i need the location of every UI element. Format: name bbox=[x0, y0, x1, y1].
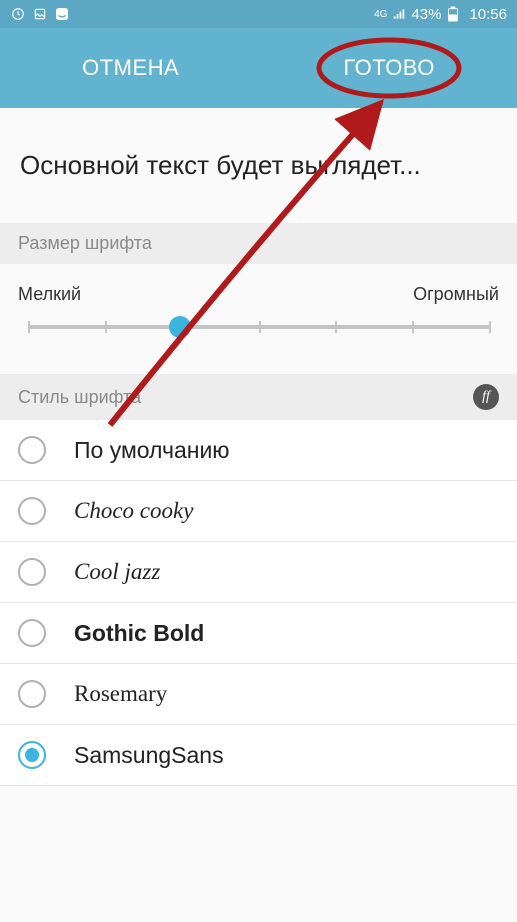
app-icon bbox=[54, 6, 70, 22]
font-option-label: По умолчанию bbox=[74, 437, 230, 464]
font-option-label: SamsungSans bbox=[74, 742, 224, 769]
font-option-label: Cool jazz bbox=[74, 559, 160, 585]
font-option-label: Gothic Bold bbox=[74, 620, 204, 647]
status-bar: 4G 43% 10:56 bbox=[0, 0, 517, 28]
font-option[interactable]: SamsungSans bbox=[0, 725, 517, 786]
slider-tick bbox=[489, 321, 491, 333]
font-option-label: Rosemary bbox=[74, 681, 167, 707]
section-label: Размер шрифта bbox=[18, 233, 152, 254]
slider-thumb[interactable] bbox=[169, 316, 191, 338]
font-option[interactable]: Choco cooky bbox=[0, 481, 517, 542]
clock-icon bbox=[10, 6, 26, 22]
action-header: ОТМЕНА ГОТОВО bbox=[0, 28, 517, 108]
preview-text: Основной текст будет выглядет... bbox=[20, 150, 497, 181]
font-style-section-header: Стиль шрифта ff bbox=[0, 374, 517, 420]
font-style-list: По умолчанию Choco cooky Cool jazz Gothic B… bbox=[0, 420, 517, 786]
cancel-button[interactable]: ОТМЕНА bbox=[62, 47, 199, 89]
slider-tick bbox=[412, 321, 414, 333]
slider-tick bbox=[105, 321, 107, 333]
slider-tick bbox=[259, 321, 261, 333]
font-option[interactable]: Rosemary bbox=[0, 664, 517, 725]
font-size-block: Мелкий Огромный bbox=[0, 264, 517, 374]
slider-tick bbox=[335, 321, 337, 333]
clock-time: 10:56 bbox=[469, 6, 507, 23]
slider-min-label: Мелкий bbox=[18, 284, 81, 305]
battery-icon bbox=[445, 6, 461, 22]
section-label: Стиль шрифта bbox=[18, 387, 141, 408]
network-type: 4G bbox=[374, 9, 387, 20]
slider-tick bbox=[28, 321, 30, 333]
radio-button[interactable] bbox=[18, 497, 46, 525]
flipfont-icon[interactable]: ff bbox=[473, 384, 499, 410]
font-option[interactable]: По умолчанию bbox=[0, 420, 517, 481]
radio-button[interactable] bbox=[18, 558, 46, 586]
radio-button[interactable] bbox=[18, 741, 46, 769]
radio-button[interactable] bbox=[18, 680, 46, 708]
font-size-slider[interactable] bbox=[28, 325, 489, 329]
font-option[interactable]: Cool jazz bbox=[0, 542, 517, 603]
signal-icon bbox=[391, 6, 407, 22]
done-button[interactable]: ГОТОВО bbox=[323, 47, 454, 89]
radio-button[interactable] bbox=[18, 436, 46, 464]
battery-percent: 43% bbox=[411, 6, 441, 23]
font-option[interactable]: Gothic Bold bbox=[0, 603, 517, 664]
slider-max-label: Огромный bbox=[413, 284, 499, 305]
font-option-label: Choco cooky bbox=[74, 498, 193, 524]
radio-button[interactable] bbox=[18, 619, 46, 647]
image-icon bbox=[32, 6, 48, 22]
preview-area: Основной текст будет выглядет... bbox=[0, 108, 517, 223]
font-size-section-header: Размер шрифта bbox=[0, 223, 517, 264]
